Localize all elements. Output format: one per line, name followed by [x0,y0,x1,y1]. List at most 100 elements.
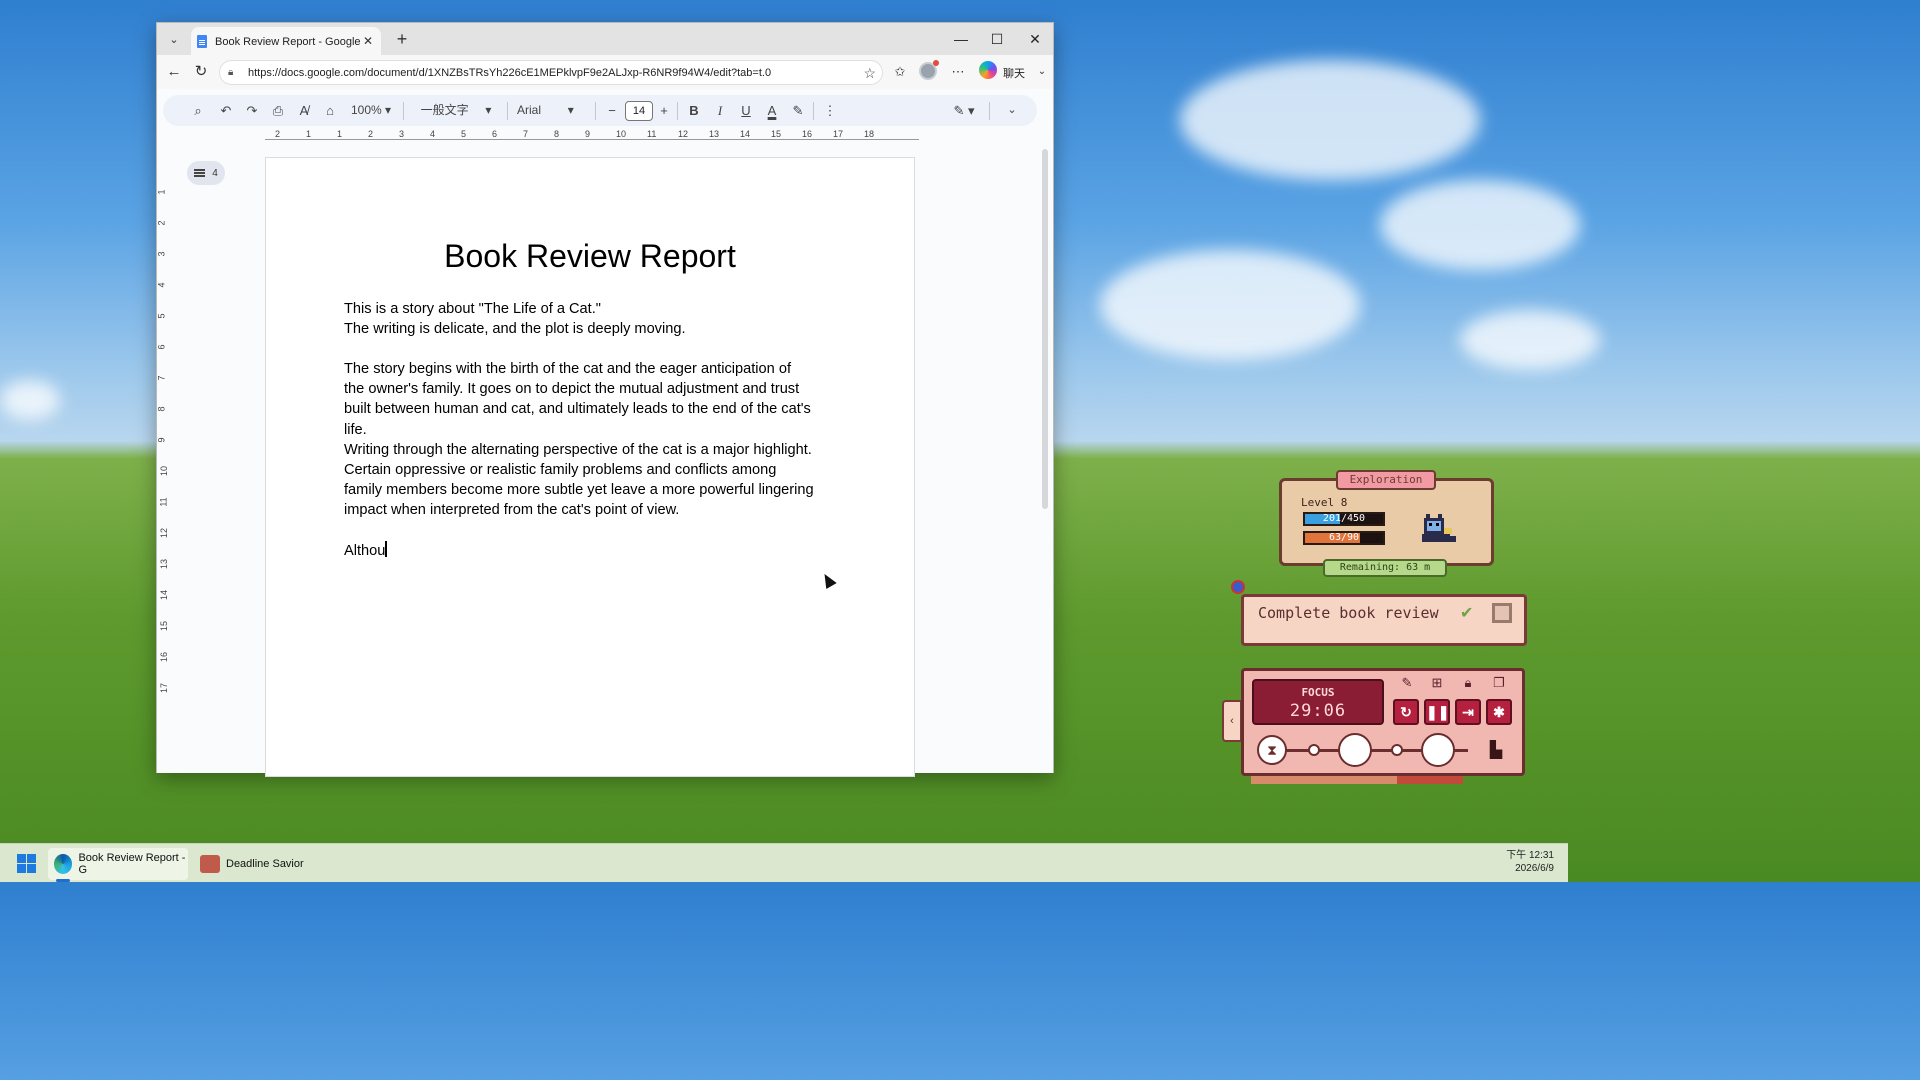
progress-strip [1251,776,1463,784]
ruler-tick-label: 9 [156,437,167,443]
hide-menus-chevron-icon[interactable]: ⌄ [1001,95,1023,126]
favorite-star-icon[interactable]: ☆ [863,65,876,82]
editing-mode-icon[interactable]: ✎ ▾ [947,95,981,126]
ruler-tick-label: 13 [709,129,720,139]
spellcheck-icon[interactable]: A̸ [293,95,315,126]
url-input[interactable]: 🔒︎ https://docs.google.com/document/d/1X… [219,60,883,85]
font-size-input[interactable]: 14 [625,101,653,121]
clock-time: 下午 12:31 [1506,850,1554,861]
chat-label[interactable]: 聊天 [1003,65,1025,81]
toolbar-divider [507,102,508,120]
profile-avatar[interactable] [919,60,939,80]
chevron-down-icon[interactable]: ⌄ [1031,61,1053,83]
toolbar-divider [677,102,678,120]
ruler-tick-label: 3 [399,129,405,139]
ruler-tick-label: 15 [159,620,170,632]
energy-value: 63/90 [1328,532,1360,543]
document-page[interactable]: Book Review Report This is a story about… [265,157,915,777]
heart-check-icon: ✔ [1460,605,1474,622]
brush-icon[interactable]: ✎ [1398,674,1416,692]
ruler-tick-label: 9 [585,129,591,139]
skip-icon[interactable]: ⇥ [1455,699,1481,725]
url-text: https://docs.google.com/document/d/1XNZB… [248,66,772,79]
taskbar-item-deadline-savior[interactable]: Deadline Savior [194,848,304,880]
pin-icon[interactable] [1231,580,1245,594]
toolbar-divider [989,102,990,120]
robot-icon[interactable]: ⊞ [1428,674,1446,692]
highlight-icon[interactable]: ✎ [787,95,809,126]
ruler-tick-label: 6 [492,129,498,139]
ruler-tick-label: 10 [616,129,627,139]
print-icon[interactable]: ⎙ [267,95,289,126]
taskbar-item-label: Deadline Savior [226,858,304,870]
zoom-select[interactable]: 100% ▾ [345,95,397,126]
paragraph-style-select[interactable]: 一般文字 ▾ [413,95,499,126]
restart-icon[interactable]: ↻ [1393,699,1419,725]
session-circle[interactable] [1338,733,1372,767]
taskbar-item-label: Book Review Report - G [78,852,186,876]
system-clock[interactable]: 下午 12:31 2026/6/9 [1506,849,1554,875]
back-arrow-icon[interactable]: ← [163,61,185,83]
mode-banner[interactable]: Exploration [1336,470,1436,490]
horizontal-ruler[interactable]: 2 1 1 2 3 4 5 6 7 8 9 10 11 12 13 14 15 16 17 18 [265,129,919,143]
pet-cat-icon[interactable] [1418,510,1458,546]
font-select[interactable]: Arial ▾ [517,95,589,126]
tab-list-chevron-icon[interactable]: ⌄ [163,28,185,50]
redo-icon[interactable]: ↷ [241,95,263,126]
session-circle[interactable] [1421,733,1455,767]
favorites-icon[interactable]: ✩ [889,61,911,83]
minimize-icon[interactable]: — [943,27,979,51]
outline-button[interactable]: 4 [187,161,225,185]
search-icon[interactable]: ⌕ [187,95,209,126]
task-title[interactable]: Complete book review [1258,604,1439,622]
ruler-tick-label: 14 [740,129,751,139]
maximize-icon[interactable]: ☐ [979,27,1015,51]
focus-timer-display: FOCUS 29:06 [1252,679,1384,725]
copilot-icon[interactable] [979,61,997,79]
ruler-tick-label: 4 [430,129,436,139]
settings-gear-icon[interactable]: ✱ [1486,699,1512,725]
task-checkbox[interactable] [1492,603,1512,623]
ruler-tick-label: 13 [159,558,170,570]
reload-icon[interactable]: ↻ [190,61,212,83]
outline-icon [194,169,206,177]
stats-chart-icon[interactable]: ▙ [1486,740,1506,760]
outline-count: 4 [212,167,218,179]
toolbar-divider [595,102,596,120]
text-line: Writing through the alternating perspect… [344,441,812,458]
tab-book-review[interactable]: Book Review Report - Google 文件 ✕ [191,27,381,55]
more-options-icon[interactable]: ⋯ [947,61,969,83]
tab-close-icon[interactable]: ✕ [361,34,375,48]
ruler-tick-label: 8 [554,129,560,139]
ruler-tick-label: 2 [156,220,167,226]
increase-font-size-icon[interactable]: + [655,95,673,126]
taskbar-item-browser[interactable]: Book Review Report - G [48,848,188,880]
lock-icon[interactable]: 🔒︎ [1459,674,1477,692]
pause-icon[interactable]: ❚❚ [1424,699,1450,725]
session-dot[interactable] [1391,744,1403,756]
vertical-ruler[interactable]: 1 2 3 4 5 6 7 8 9 10 11 12 13 14 15 16 17 [157,167,171,771]
ruler-tick-label: 2 [368,129,374,139]
paint-format-icon[interactable]: ⌂ [319,95,341,126]
decrease-font-size-icon[interactable]: − [603,95,621,126]
collapse-chevron-left-icon[interactable]: ‹ [1222,700,1242,742]
close-window-icon[interactable]: ✕ [1017,27,1053,51]
browser-window: ⌄ Book Review Report - Google 文件 ✕ + — ☐… [156,22,1054,777]
docs-toolbar: ⌕ ↶ ↷ ⎙ A̸ ⌂ 100% ▾ 一般文字 ▾ Arial ▾ − 14 … [163,95,1037,126]
session-dot[interactable] [1308,744,1320,756]
site-info-icon[interactable]: 🔒︎ [228,67,240,78]
window-icon[interactable]: ❐ [1490,674,1508,692]
new-tab-plus-icon[interactable]: + [391,28,413,50]
hourglass-icon[interactable]: ⧗ [1257,735,1287,765]
text-color-icon[interactable]: A [761,95,783,126]
windows-start-icon[interactable] [17,854,36,873]
vertical-scrollbar[interactable] [1042,149,1048,509]
ruler-tick-label: 12 [678,129,689,139]
italic-icon[interactable]: I [709,95,731,126]
ruler-tick-label: 5 [461,129,467,139]
bold-icon[interactable]: B [683,95,705,126]
undo-icon[interactable]: ↶ [215,95,237,126]
more-tools-icon[interactable]: ⋮ [819,95,841,126]
underline-icon[interactable]: U [735,95,757,126]
clock-date: 2026/6/9 [1515,863,1554,874]
